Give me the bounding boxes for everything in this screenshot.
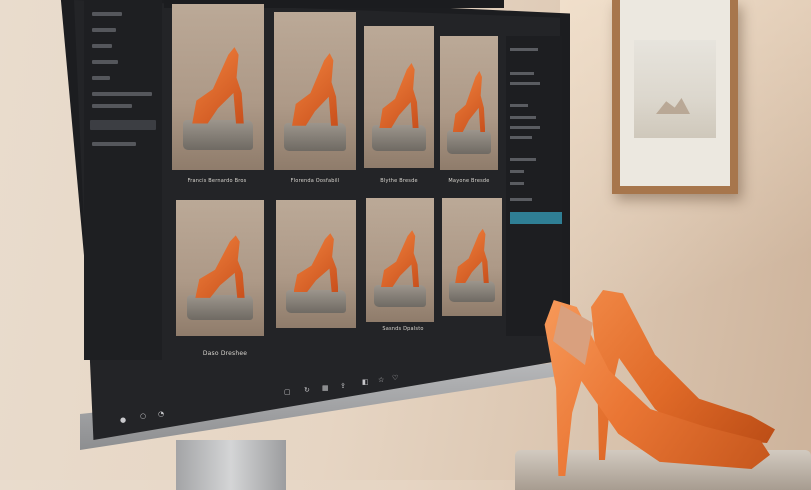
product-tile[interactable]	[440, 36, 498, 170]
orange-heel-shoe	[380, 230, 420, 288]
orange-heel-shoe	[293, 233, 339, 293]
panel-item-active[interactable]	[510, 212, 562, 224]
sidebar-item[interactable]	[92, 60, 118, 64]
orange-heel-shoe	[379, 62, 419, 129]
rotate-icon[interactable]: ↻	[304, 386, 310, 394]
tile-caption: Florenda Oosfabill	[290, 178, 340, 184]
panel-item[interactable]	[510, 116, 536, 119]
grid-icon[interactable]: ▦	[322, 384, 329, 392]
tile-caption: Blythe Bresde	[380, 178, 418, 184]
heart-icon[interactable]: ♡	[392, 374, 398, 382]
rock-pedestal	[449, 280, 495, 302]
panel-item[interactable]	[510, 158, 536, 161]
tile-caption: Francis Bernardo Bros	[187, 178, 247, 184]
rock-pedestal	[285, 289, 347, 313]
sidebar-item[interactable]	[92, 104, 132, 108]
panel-item[interactable]	[510, 104, 528, 107]
bookmark-icon[interactable]: ◧	[362, 378, 369, 386]
rock-pedestal	[372, 125, 426, 151]
rock-pedestal	[183, 120, 253, 151]
sidebar-item[interactable]	[92, 28, 116, 32]
panel-item[interactable]	[510, 72, 534, 75]
product-tile[interactable]	[366, 198, 434, 322]
frame-mat	[620, 0, 730, 186]
monitor-stand	[176, 440, 286, 490]
product-tile[interactable]	[274, 12, 356, 170]
tile-caption: Daso Dreshee	[202, 350, 248, 357]
menu-icon[interactable]: ●	[120, 416, 126, 424]
product-tile[interactable]	[172, 4, 264, 170]
menu-icon[interactable]: ○	[140, 412, 146, 420]
sidebar-item[interactable]	[92, 76, 110, 80]
frame-artwork	[634, 40, 716, 138]
panel-item[interactable]	[510, 198, 532, 201]
product-tile[interactable]	[364, 26, 434, 168]
sidebar-item[interactable]	[92, 142, 136, 146]
orange-heel-shoe	[455, 228, 489, 283]
sidebar-item[interactable]	[92, 44, 112, 48]
tile-caption: Sasnds Dpalsto	[382, 326, 424, 332]
sidebar-item[interactable]	[92, 12, 122, 16]
menu-icon[interactable]: ◔	[158, 410, 164, 418]
scene: { "scene": { "description_colors": { "wa…	[0, 0, 811, 490]
right-panel	[506, 36, 562, 336]
product-tile[interactable]	[442, 198, 502, 316]
panel-item[interactable]	[510, 82, 540, 85]
panel-item[interactable]	[510, 136, 532, 139]
product-tile[interactable]	[176, 200, 264, 336]
panel-item[interactable]	[510, 48, 538, 51]
sidebar-item-selected[interactable]	[90, 120, 156, 130]
rock-pedestal	[283, 122, 347, 152]
product-tile[interactable]	[276, 200, 356, 328]
sidebar-item[interactable]	[92, 92, 152, 96]
panel-item[interactable]	[510, 170, 524, 173]
orange-heel-shoe	[292, 53, 338, 126]
rock-pedestal	[446, 129, 492, 154]
orange-heel-shoe	[195, 235, 245, 298]
orange-heel-shoe	[452, 70, 486, 133]
rock-pedestal	[186, 295, 254, 320]
tile-caption: Mayone Bresde	[448, 178, 490, 184]
share-icon[interactable]: ⇪	[340, 382, 346, 390]
panel-item[interactable]	[510, 182, 524, 185]
crop-icon[interactable]: ▢	[284, 388, 291, 396]
star-icon[interactable]: ☆	[378, 376, 384, 384]
panel-item[interactable]	[510, 126, 540, 129]
rock-pedestal	[374, 284, 426, 308]
left-panel	[84, 0, 162, 360]
wall-picture-frame	[612, 0, 738, 194]
orange-heel-shoe	[192, 47, 244, 124]
